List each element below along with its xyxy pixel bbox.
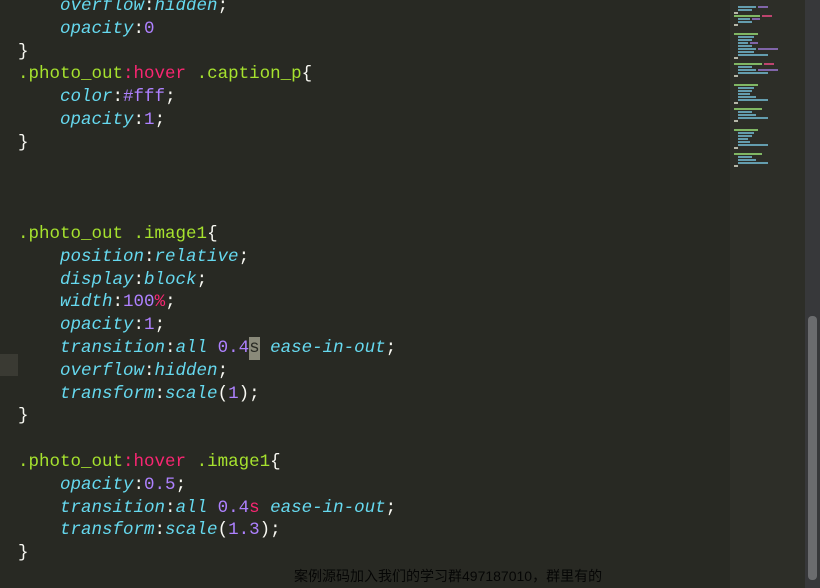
minimap-line xyxy=(738,96,756,98)
minimap-line xyxy=(734,165,738,167)
code-line[interactable]: position:relative; xyxy=(18,246,249,269)
minimap-line xyxy=(738,69,756,71)
code-line[interactable]: overflow:hidden; xyxy=(18,0,228,18)
minimap-line xyxy=(734,102,738,104)
minimap-line xyxy=(738,18,750,20)
gutter-current-line-mark xyxy=(0,354,18,376)
minimap-line xyxy=(738,39,752,41)
code-line[interactable]: } xyxy=(18,132,29,155)
minimap-line xyxy=(738,42,748,44)
code-line[interactable]: } xyxy=(18,405,29,428)
code-line[interactable]: opacity:0.5; xyxy=(18,474,186,497)
minimap-line xyxy=(758,69,778,71)
minimap[interactable] xyxy=(730,0,805,588)
code-line[interactable]: } xyxy=(18,542,29,565)
minimap-line xyxy=(738,117,768,119)
minimap-line xyxy=(762,15,772,17)
vertical-scrollbar-track[interactable] xyxy=(805,0,820,588)
minimap-line xyxy=(758,48,778,50)
editor-cursor: s xyxy=(249,337,260,360)
minimap-line xyxy=(738,51,754,53)
minimap-line xyxy=(738,159,756,161)
minimap-line xyxy=(734,108,762,110)
code-line[interactable]: overflow:hidden; xyxy=(18,360,228,383)
minimap-line xyxy=(738,144,768,146)
minimap-line xyxy=(734,33,758,35)
minimap-line xyxy=(734,147,738,149)
code-line[interactable]: opacity:1; xyxy=(18,109,165,132)
watermark-text: 案例源码加入我们的学习群497187010，群里有的 xyxy=(294,565,602,588)
code-line[interactable]: } xyxy=(18,41,29,64)
minimap-line xyxy=(738,141,750,143)
code-line[interactable]: .photo_out .image1{ xyxy=(18,223,218,246)
minimap-line xyxy=(734,15,760,17)
minimap-line xyxy=(738,111,752,113)
minimap-line xyxy=(738,6,756,8)
minimap-line xyxy=(734,24,738,26)
minimap-line xyxy=(738,90,752,92)
code-line[interactable]: display:block; xyxy=(18,269,207,292)
minimap-line xyxy=(738,93,750,95)
minimap-line xyxy=(738,9,752,11)
minimap-line xyxy=(758,6,768,8)
minimap-line xyxy=(738,156,752,158)
code-line[interactable]: transition:all 0.4s ease-in-out; xyxy=(18,337,396,360)
code-line[interactable]: opacity:0 xyxy=(18,18,155,41)
code-line[interactable]: width:100%; xyxy=(18,291,176,314)
minimap-line xyxy=(734,12,738,14)
minimap-line xyxy=(738,138,748,140)
code-line[interactable]: .photo_out:hover .caption_p{ xyxy=(18,63,312,86)
minimap-line xyxy=(734,120,738,122)
code-line[interactable]: transform:scale(1.3); xyxy=(18,519,281,542)
minimap-line xyxy=(734,153,762,155)
minimap-line xyxy=(738,45,752,47)
minimap-line xyxy=(734,75,738,77)
minimap-line xyxy=(738,36,754,38)
minimap-line xyxy=(738,54,768,56)
minimap-line xyxy=(734,57,738,59)
minimap-line xyxy=(738,114,756,116)
vertical-scrollbar-thumb[interactable] xyxy=(808,316,817,580)
minimap-line xyxy=(738,87,754,89)
code-line[interactable]: transform:scale(1); xyxy=(18,383,260,406)
minimap-line xyxy=(738,48,756,50)
minimap-line xyxy=(738,21,752,23)
code-line[interactable]: color:#fff; xyxy=(18,86,176,109)
minimap-line xyxy=(738,132,754,134)
code-editor[interactable]: overflow:hidden; opacity:0}.photo_out:ho… xyxy=(0,0,730,588)
minimap-line xyxy=(734,129,758,131)
minimap-line xyxy=(738,72,768,74)
minimap-line xyxy=(738,135,752,137)
editor-gutter xyxy=(0,0,18,588)
minimap-line xyxy=(738,99,768,101)
code-line[interactable]: .photo_out:hover .image1{ xyxy=(18,451,281,474)
code-line[interactable]: opacity:1; xyxy=(18,314,165,337)
minimap-line xyxy=(738,66,752,68)
code-line[interactable]: transition:all 0.4s ease-in-out; xyxy=(18,497,396,520)
minimap-line xyxy=(750,42,758,44)
minimap-line xyxy=(764,63,774,65)
minimap-line xyxy=(734,84,758,86)
minimap-line xyxy=(752,18,760,20)
minimap-line xyxy=(738,162,768,164)
minimap-line xyxy=(734,63,762,65)
